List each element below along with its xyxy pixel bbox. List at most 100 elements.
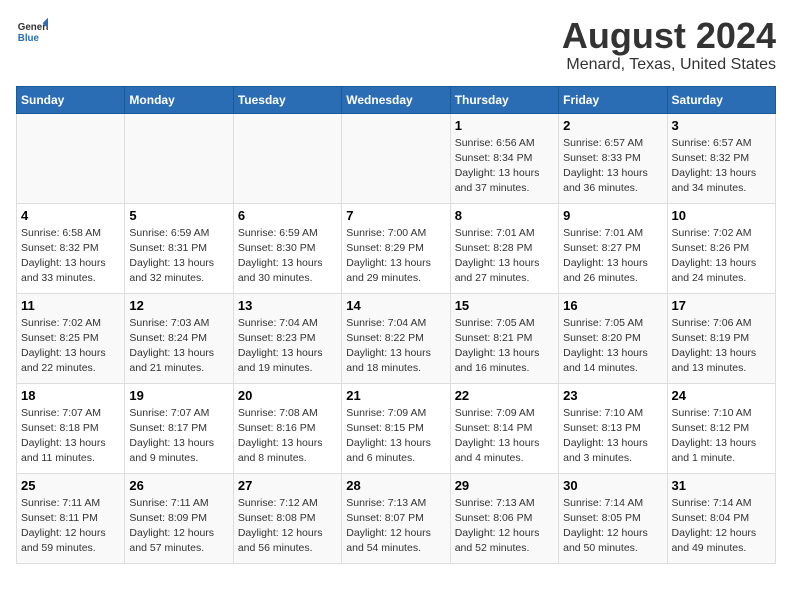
day-info: Sunrise: 7:09 AM Sunset: 8:14 PM Dayligh… bbox=[455, 406, 554, 467]
calendar-week-row: 25Sunrise: 7:11 AM Sunset: 8:11 PM Dayli… bbox=[17, 473, 776, 563]
calendar-cell: 4Sunrise: 6:58 AM Sunset: 8:32 PM Daylig… bbox=[17, 203, 125, 293]
calendar-cell: 26 Sunrise: 7:11 AM Sunset: 8:09 PM Dayli… bbox=[125, 473, 233, 563]
day-number: 27 bbox=[238, 478, 337, 493]
day-info: Sunrise: 7:02 AM Sunset: 8:26 PM Dayligh… bbox=[672, 226, 771, 287]
calendar-cell: 6Sunrise: 6:59 AM Sunset: 8:30 PM Daylig… bbox=[233, 203, 341, 293]
day-info: Sunrise: 7:13 AM Sunset: 8:06 PM Dayligh… bbox=[455, 496, 554, 557]
day-number: 31 bbox=[672, 478, 771, 493]
calendar-cell: 17Sunrise: 7:06 AM Sunset: 8:19 PM Dayli… bbox=[667, 293, 775, 383]
day-number: 5 bbox=[129, 208, 228, 223]
calendar-cell bbox=[233, 113, 341, 203]
day-number: 12 bbox=[129, 298, 228, 313]
day-number: 8 bbox=[455, 208, 554, 223]
calendar-cell: 25Sunrise: 7:11 AM Sunset: 8:11 PM Dayli… bbox=[17, 473, 125, 563]
calendar-cell bbox=[342, 113, 450, 203]
calendar-cell: 28Sunrise: 7:13 AM Sunset: 8:07 PM Dayli… bbox=[342, 473, 450, 563]
col-tuesday: Tuesday bbox=[233, 86, 341, 113]
calendar-week-row: 1 Sunrise: 6:56 AM Sunset: 8:34 PM Daylig… bbox=[17, 113, 776, 203]
title-area: August 2024 Menard, Texas, United States bbox=[562, 16, 776, 74]
day-info: Sunrise: 7:04 AM Sunset: 8:23 PM Dayligh… bbox=[238, 316, 337, 377]
day-number: 28 bbox=[346, 478, 445, 493]
calendar-cell: 16 Sunrise: 7:05 AM Sunset: 8:20 PM Dayli… bbox=[559, 293, 667, 383]
calendar-cell: 15 Sunrise: 7:05 AM Sunset: 8:21 PM Dayli… bbox=[450, 293, 558, 383]
day-info: Sunrise: 6:57 AM Sunset: 8:33 PM Dayligh… bbox=[563, 136, 662, 197]
calendar-week-row: 4Sunrise: 6:58 AM Sunset: 8:32 PM Daylig… bbox=[17, 203, 776, 293]
day-number: 1 bbox=[455, 118, 554, 133]
day-number: 24 bbox=[672, 388, 771, 403]
day-info: Sunrise: 7:11 AM Sunset: 8:09 PM Dayligh… bbox=[129, 496, 228, 557]
day-info: Sunrise: 6:56 AM Sunset: 8:34 PM Dayligh… bbox=[455, 136, 554, 197]
calendar-cell: 20 Sunrise: 7:08 AM Sunset: 8:16 PM Dayli… bbox=[233, 383, 341, 473]
calendar-cell: 14 Sunrise: 7:04 AM Sunset: 8:22 PM Dayli… bbox=[342, 293, 450, 383]
calendar-cell: 31 Sunrise: 7:14 AM Sunset: 8:04 PM Dayli… bbox=[667, 473, 775, 563]
day-info: Sunrise: 7:07 AM Sunset: 8:18 PM Dayligh… bbox=[21, 406, 120, 467]
calendar-week-row: 18 Sunrise: 7:07 AM Sunset: 8:18 PM Dayli… bbox=[17, 383, 776, 473]
day-number: 15 bbox=[455, 298, 554, 313]
day-number: 22 bbox=[455, 388, 554, 403]
day-info: Sunrise: 7:05 AM Sunset: 8:21 PM Dayligh… bbox=[455, 316, 554, 377]
day-info: Sunrise: 7:09 AM Sunset: 8:15 PM Dayligh… bbox=[346, 406, 445, 467]
calendar-cell: 3 Sunrise: 6:57 AM Sunset: 8:32 PM Daylig… bbox=[667, 113, 775, 203]
calendar-cell: 10Sunrise: 7:02 AM Sunset: 8:26 PM Dayli… bbox=[667, 203, 775, 293]
day-number: 26 bbox=[129, 478, 228, 493]
calendar-cell bbox=[125, 113, 233, 203]
calendar-table: Sunday Monday Tuesday Wednesday Thursday… bbox=[16, 86, 776, 564]
day-info: Sunrise: 6:59 AM Sunset: 8:30 PM Dayligh… bbox=[238, 226, 337, 287]
day-number: 9 bbox=[563, 208, 662, 223]
col-thursday: Thursday bbox=[450, 86, 558, 113]
day-number: 14 bbox=[346, 298, 445, 313]
calendar-cell: 13 Sunrise: 7:04 AM Sunset: 8:23 PM Dayli… bbox=[233, 293, 341, 383]
day-info: Sunrise: 7:04 AM Sunset: 8:22 PM Dayligh… bbox=[346, 316, 445, 377]
calendar-cell: 5Sunrise: 6:59 AM Sunset: 8:31 PM Daylig… bbox=[125, 203, 233, 293]
logo: General Blue bbox=[16, 16, 48, 48]
calendar-cell: 22 Sunrise: 7:09 AM Sunset: 8:14 PM Dayli… bbox=[450, 383, 558, 473]
calendar-cell: 30Sunrise: 7:14 AM Sunset: 8:05 PM Dayli… bbox=[559, 473, 667, 563]
day-number: 21 bbox=[346, 388, 445, 403]
col-wednesday: Wednesday bbox=[342, 86, 450, 113]
day-info: Sunrise: 7:08 AM Sunset: 8:16 PM Dayligh… bbox=[238, 406, 337, 467]
day-number: 30 bbox=[563, 478, 662, 493]
day-info: Sunrise: 7:14 AM Sunset: 8:04 PM Dayligh… bbox=[672, 496, 771, 557]
calendar-cell: 9 Sunrise: 7:01 AM Sunset: 8:27 PM Daylig… bbox=[559, 203, 667, 293]
day-number: 2 bbox=[563, 118, 662, 133]
calendar-cell: 19 Sunrise: 7:07 AM Sunset: 8:17 PM Dayli… bbox=[125, 383, 233, 473]
calendar-cell: 8 Sunrise: 7:01 AM Sunset: 8:28 PM Daylig… bbox=[450, 203, 558, 293]
day-info: Sunrise: 7:11 AM Sunset: 8:11 PM Dayligh… bbox=[21, 496, 120, 557]
day-number: 20 bbox=[238, 388, 337, 403]
day-number: 16 bbox=[563, 298, 662, 313]
day-number: 7 bbox=[346, 208, 445, 223]
calendar-cell: 18 Sunrise: 7:07 AM Sunset: 8:18 PM Dayli… bbox=[17, 383, 125, 473]
subtitle: Menard, Texas, United States bbox=[562, 56, 776, 74]
day-number: 23 bbox=[563, 388, 662, 403]
day-info: Sunrise: 7:01 AM Sunset: 8:28 PM Dayligh… bbox=[455, 226, 554, 287]
day-info: Sunrise: 7:02 AM Sunset: 8:25 PM Dayligh… bbox=[21, 316, 120, 377]
day-info: Sunrise: 6:58 AM Sunset: 8:32 PM Dayligh… bbox=[21, 226, 120, 287]
day-number: 13 bbox=[238, 298, 337, 313]
day-number: 19 bbox=[129, 388, 228, 403]
calendar-week-row: 11 Sunrise: 7:02 AM Sunset: 8:25 PM Dayli… bbox=[17, 293, 776, 383]
calendar-cell: 29Sunrise: 7:13 AM Sunset: 8:06 PM Dayli… bbox=[450, 473, 558, 563]
day-number: 11 bbox=[21, 298, 120, 313]
col-friday: Friday bbox=[559, 86, 667, 113]
calendar-cell: 21 Sunrise: 7:09 AM Sunset: 8:15 PM Dayli… bbox=[342, 383, 450, 473]
col-monday: Monday bbox=[125, 86, 233, 113]
day-number: 3 bbox=[672, 118, 771, 133]
day-info: Sunrise: 7:12 AM Sunset: 8:08 PM Dayligh… bbox=[238, 496, 337, 557]
header: General Blue August 2024 Menard, Texas, … bbox=[16, 16, 776, 74]
day-info: Sunrise: 7:00 AM Sunset: 8:29 PM Dayligh… bbox=[346, 226, 445, 287]
calendar-cell: 24 Sunrise: 7:10 AM Sunset: 8:12 PM Dayli… bbox=[667, 383, 775, 473]
logo-icon: General Blue bbox=[16, 16, 48, 48]
calendar-cell: 2 Sunrise: 6:57 AM Sunset: 8:33 PM Daylig… bbox=[559, 113, 667, 203]
day-number: 18 bbox=[21, 388, 120, 403]
day-info: Sunrise: 7:07 AM Sunset: 8:17 PM Dayligh… bbox=[129, 406, 228, 467]
calendar-cell: 1 Sunrise: 6:56 AM Sunset: 8:34 PM Daylig… bbox=[450, 113, 558, 203]
calendar-cell: 12Sunrise: 7:03 AM Sunset: 8:24 PM Dayli… bbox=[125, 293, 233, 383]
day-number: 17 bbox=[672, 298, 771, 313]
day-info: Sunrise: 6:57 AM Sunset: 8:32 PM Dayligh… bbox=[672, 136, 771, 197]
day-info: Sunrise: 7:10 AM Sunset: 8:13 PM Dayligh… bbox=[563, 406, 662, 467]
day-info: Sunrise: 7:10 AM Sunset: 8:12 PM Dayligh… bbox=[672, 406, 771, 467]
day-info: Sunrise: 7:01 AM Sunset: 8:27 PM Dayligh… bbox=[563, 226, 662, 287]
day-info: Sunrise: 7:05 AM Sunset: 8:20 PM Dayligh… bbox=[563, 316, 662, 377]
calendar-cell: 27 Sunrise: 7:12 AM Sunset: 8:08 PM Dayli… bbox=[233, 473, 341, 563]
main-title: August 2024 bbox=[562, 16, 776, 56]
